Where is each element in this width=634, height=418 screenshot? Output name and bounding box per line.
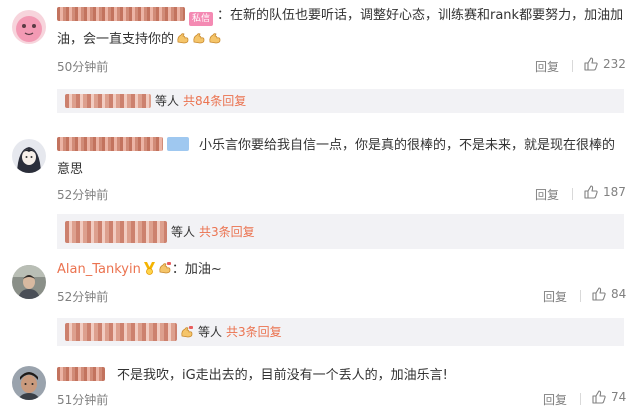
sub-reply-count-link[interactable]: 共84条回复 — [183, 92, 246, 110]
comment-text: ：加油~ — [171, 262, 222, 277]
like-button[interactable]: 232 — [583, 56, 626, 72]
blurred-username[interactable] — [57, 7, 185, 21]
blurred-username[interactable] — [65, 94, 151, 108]
comment-time: 51分钟前 — [57, 393, 109, 407]
like-count: 187 — [603, 185, 626, 199]
divider — [580, 290, 581, 302]
like-count: 74 — [611, 390, 627, 404]
reply-button[interactable]: 回复 — [535, 58, 559, 75]
sub-replies[interactable]: 等人 共3条回复 — [57, 214, 624, 249]
verified-medal-icon — [143, 261, 156, 275]
avatar[interactable] — [12, 366, 46, 400]
muscle-emoji-icon — [176, 31, 190, 45]
comment-body: 私信 ：在新的队伍也要听话，调整好心态，训练赛和rank都要努力，加油加油，会一直… — [57, 4, 624, 52]
like-count: 84 — [611, 287, 627, 301]
blurred-username[interactable] — [57, 137, 163, 151]
divider — [572, 60, 573, 72]
blurred-username[interactable] — [65, 323, 177, 341]
reply-button[interactable]: 回复 — [535, 186, 559, 203]
sub-reply-who: 等人 — [198, 325, 223, 339]
avatar[interactable] — [12, 139, 46, 173]
like-button[interactable]: 84 — [591, 286, 626, 302]
thumbs-up-icon — [584, 185, 598, 199]
member-tag: 私信 — [189, 12, 213, 26]
like-button[interactable]: 187 — [583, 184, 626, 200]
sub-replies[interactable]: 等人 共3条回复 — [57, 318, 624, 346]
sub-reply-count-link[interactable]: 共3条回复 — [226, 323, 282, 341]
member-tag — [167, 137, 189, 151]
comment-body: 小乐言你要给我自信一点，你是真的很棒的，不是未来，就是现在很棒的意思 — [57, 134, 624, 182]
thumbs-up-icon — [592, 390, 606, 404]
blurred-username[interactable] — [65, 220, 167, 243]
thumbs-up-icon — [584, 57, 598, 71]
avatar[interactable] — [12, 265, 46, 299]
blurred-username[interactable] — [57, 367, 105, 381]
comment-time: 52分钟前 — [57, 290, 109, 304]
thumbs-up-icon — [592, 287, 606, 301]
avatar[interactable] — [12, 10, 46, 44]
reply-button[interactable]: 回复 — [543, 391, 567, 408]
like-button[interactable]: 74 — [591, 389, 626, 405]
muscle-emoji-icon — [158, 261, 172, 275]
sub-reply-who: 等人 — [171, 224, 196, 239]
like-count: 232 — [603, 57, 626, 71]
comment-text: 不是我吹，iG走出去的，目前没有一个丢人的，加油乐言! — [117, 368, 448, 383]
divider — [572, 188, 573, 200]
comment-time: 52分钟前 — [57, 188, 109, 202]
comment-body: Alan_Tankyin ：加油~ — [57, 258, 624, 282]
muscle-emoji-icon — [180, 325, 194, 339]
reply-button[interactable]: 回复 — [543, 288, 567, 305]
muscle-emoji-icon — [208, 31, 222, 45]
sub-reply-count-link[interactable]: 共3条回复 — [199, 223, 255, 241]
sub-replies[interactable]: 等人 共84条回复 — [57, 89, 624, 113]
muscle-emoji-icon — [192, 31, 206, 45]
divider — [580, 393, 581, 405]
comment-time: 50分钟前 — [57, 60, 109, 74]
sub-reply-who: 等人 — [155, 94, 180, 108]
username-link[interactable]: Alan_Tankyin — [57, 262, 141, 277]
comment-body: 不是我吹，iG走出去的，目前没有一个丢人的，加油乐言! — [57, 364, 624, 388]
